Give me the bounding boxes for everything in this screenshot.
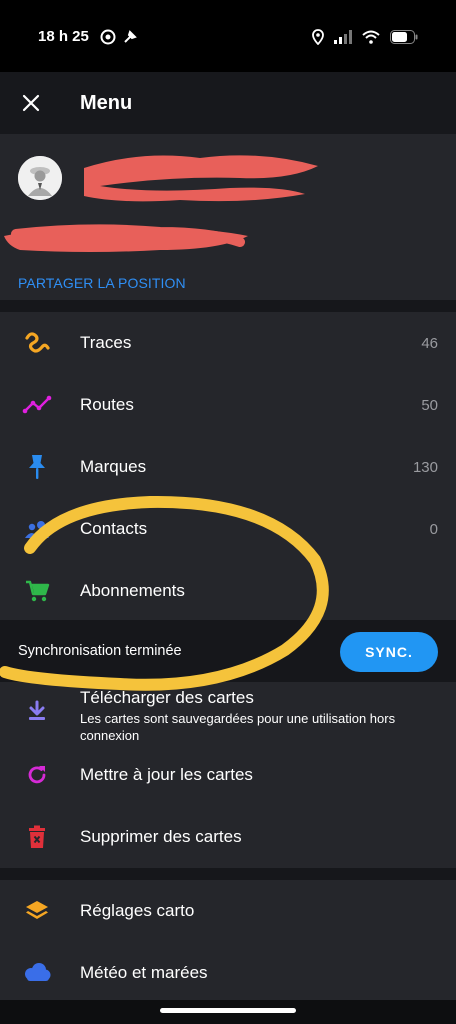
section-divider: [0, 868, 456, 880]
section-divider: [0, 300, 456, 312]
sync-bar: Synchronisation terminée SYNC.: [0, 620, 456, 682]
menu-item-label: Routes: [80, 395, 134, 414]
tools-notification-icon: [122, 29, 138, 50]
wifi-icon: [362, 30, 380, 49]
data-menu: Traces 46 Routes 50 Marques 130 Contacts…: [0, 312, 456, 620]
menu-header: Menu: [0, 72, 456, 134]
sync-button[interactable]: SYNC.: [340, 632, 438, 672]
signal-icon: [334, 30, 352, 49]
contacts-icon: [22, 516, 52, 542]
maps-menu: Télécharger des cartes Les cartes sont s…: [0, 682, 456, 868]
avatar[interactable]: [18, 156, 62, 200]
menu-item-label: Réglages carto: [80, 901, 195, 920]
menu-item-delete-maps[interactable]: Supprimer des cartes: [0, 806, 456, 868]
routes-icon: [22, 392, 52, 418]
settings-menu: Réglages carto Météo et marées: [0, 880, 456, 1000]
share-position-link[interactable]: PARTAGER LA POSITION: [18, 275, 186, 291]
location-icon: [312, 29, 324, 50]
menu-item-marques[interactable]: Marques 130: [0, 436, 456, 498]
close-button[interactable]: [14, 86, 48, 120]
status-notification-icons: [100, 29, 138, 50]
menu-item-label: Contacts: [80, 519, 148, 538]
home-indicator[interactable]: [160, 1008, 296, 1013]
menu-item-label: Télécharger des cartes: [80, 688, 254, 707]
profile-section: PARTAGER LA POSITION: [0, 134, 456, 300]
menu-item-abonnements[interactable]: Abonnements: [0, 560, 456, 622]
status-right-icons: [312, 29, 418, 50]
menu-item-download-maps[interactable]: Télécharger des cartes Les cartes sont s…: [0, 682, 456, 744]
traces-icon: [22, 330, 52, 356]
sync-status: Synchronisation terminée: [18, 643, 182, 659]
menu-item-label: Mettre à jour les cartes: [80, 765, 253, 784]
menu-item-label: Météo et marées: [80, 963, 208, 982]
layers-icon: [22, 898, 52, 924]
menu-item-label: Traces: [80, 333, 132, 352]
page-title: Menu: [80, 92, 133, 114]
cart-icon: [22, 578, 52, 604]
menu-item-contacts[interactable]: Contacts 0: [0, 498, 456, 560]
refresh-icon: [22, 762, 52, 788]
status-bar: 18 h 25: [0, 0, 456, 72]
status-time: 18 h 25: [38, 28, 89, 45]
menu-item-traces[interactable]: Traces 46: [0, 312, 456, 374]
trash-icon: [22, 824, 52, 850]
close-icon: [22, 94, 40, 112]
menu-item-update-maps[interactable]: Mettre à jour les cartes: [0, 744, 456, 806]
menu-item-sublabel: Les cartes sont sauvegardées pour une ut…: [80, 711, 396, 743]
battery-icon: [390, 30, 418, 49]
menu-item-count: 130: [412, 459, 438, 476]
menu-item-routes[interactable]: Routes 50: [0, 374, 456, 436]
menu-item-count: 50: [421, 397, 438, 414]
pushpin-icon: [22, 454, 52, 480]
download-icon: [22, 698, 52, 724]
menu-item-label: Supprimer des cartes: [80, 827, 242, 846]
menu-item-label: Abonnements: [80, 581, 185, 600]
app-notification-icon: [100, 29, 116, 50]
menu-item-count: 0: [429, 521, 438, 538]
menu-item-count: 46: [421, 335, 438, 352]
menu-item-map-settings[interactable]: Réglages carto: [0, 880, 456, 942]
menu-item-label: Marques: [80, 457, 147, 476]
menu-item-weather[interactable]: Météo et marées: [0, 942, 456, 1004]
weather-cloud-icon: [22, 960, 52, 986]
